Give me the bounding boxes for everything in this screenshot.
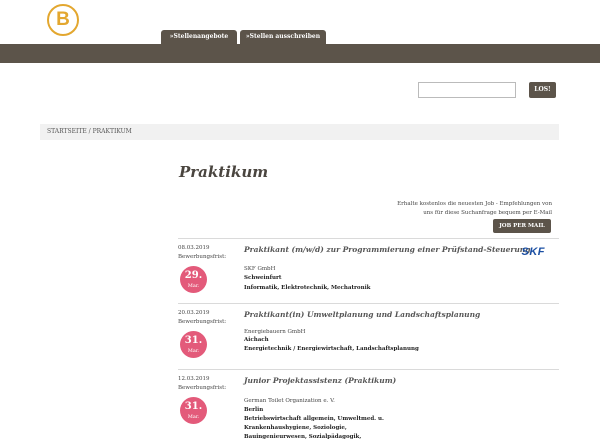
job-company: Energiebauern GmbH: [244, 329, 306, 335]
deadline-label: Bewerbungsfrist:: [178, 385, 227, 391]
search-input[interactable]: [418, 82, 516, 98]
site-logo[interactable]: B: [47, 4, 79, 36]
job-date: 20.03.2019: [178, 310, 210, 316]
job-date: 12.03.2019: [178, 376, 210, 382]
breadcrumb[interactable]: STARTSEITE / PRAKTIKUM: [40, 124, 559, 140]
deadline-month: Mar.: [187, 283, 200, 289]
search-button[interactable]: LOS!: [529, 82, 556, 98]
top-nav-bar: [0, 44, 600, 63]
logo-letter: B: [56, 9, 70, 30]
job-field: Informatik, Elektrotechnik, Mechatronik: [244, 285, 371, 291]
deadline-label: Bewerbungsfrist:: [178, 319, 227, 325]
job-title-link[interactable]: Praktikant(in) Umweltplanung und Landsch…: [244, 310, 480, 319]
job-location: Aichach: [244, 337, 269, 343]
deadline-month: Mar.: [187, 414, 200, 420]
company-logo[interactable]: SKF: [522, 246, 546, 258]
job-location: Schweinfurt: [244, 275, 282, 281]
job-location: Berlin: [244, 407, 264, 413]
job-company: SKF GmbH: [244, 266, 276, 272]
deadline-day: 31.: [184, 401, 203, 412]
tab-stellen-ausschreiben[interactable]: »Stellen ausschreiben: [240, 30, 326, 44]
job-alert-line-2: uns für diese Suchanfrage bequem per E-M…: [423, 210, 552, 216]
tab-stellenangebote[interactable]: »Stellenangebote: [161, 30, 237, 44]
job-company: German Toilet Organization e. V.: [244, 398, 335, 404]
job-field: Betriebswirtschaft allgemein, Umweltmed.…: [244, 416, 384, 440]
deadline-day: 31.: [184, 335, 203, 346]
deadline-day: 29.: [184, 270, 203, 281]
job-field: Energietechnik / Energiewirtschaft, Land…: [244, 346, 419, 352]
job-alert-line-1: Erhalte kostenlos die neuesten Job - Emp…: [397, 201, 552, 207]
deadline-badge: 31. Mar.: [180, 331, 207, 358]
job-title-link[interactable]: Praktikant (m/w/d) zur Programmierung ei…: [244, 245, 531, 254]
deadline-label: Bewerbungsfrist:: [178, 254, 227, 260]
job-alert-text: Erhalte kostenlos die neuesten Job - Emp…: [332, 200, 552, 218]
job-date: 08.03.2019: [178, 245, 210, 251]
deadline-month: Mar.: [187, 348, 200, 354]
deadline-badge: 31. Mar.: [180, 397, 207, 424]
job-listing: 08.03.2019 Bewerbungsfrist: 29. Mar. Pra…: [178, 238, 559, 302]
job-per-mail-button[interactable]: JOB PER MAIL: [493, 219, 551, 233]
job-title-link[interactable]: Junior Projektassistenz (Praktikum): [244, 376, 396, 385]
deadline-badge: 29. Mar.: [180, 266, 207, 293]
job-listing: 12.03.2019 Bewerbungsfrist: 31. Mar. Jun…: [178, 369, 559, 441]
page-title: Praktikum: [179, 163, 269, 181]
job-listing: 20.03.2019 Bewerbungsfrist: 31. Mar. Pra…: [178, 303, 559, 367]
